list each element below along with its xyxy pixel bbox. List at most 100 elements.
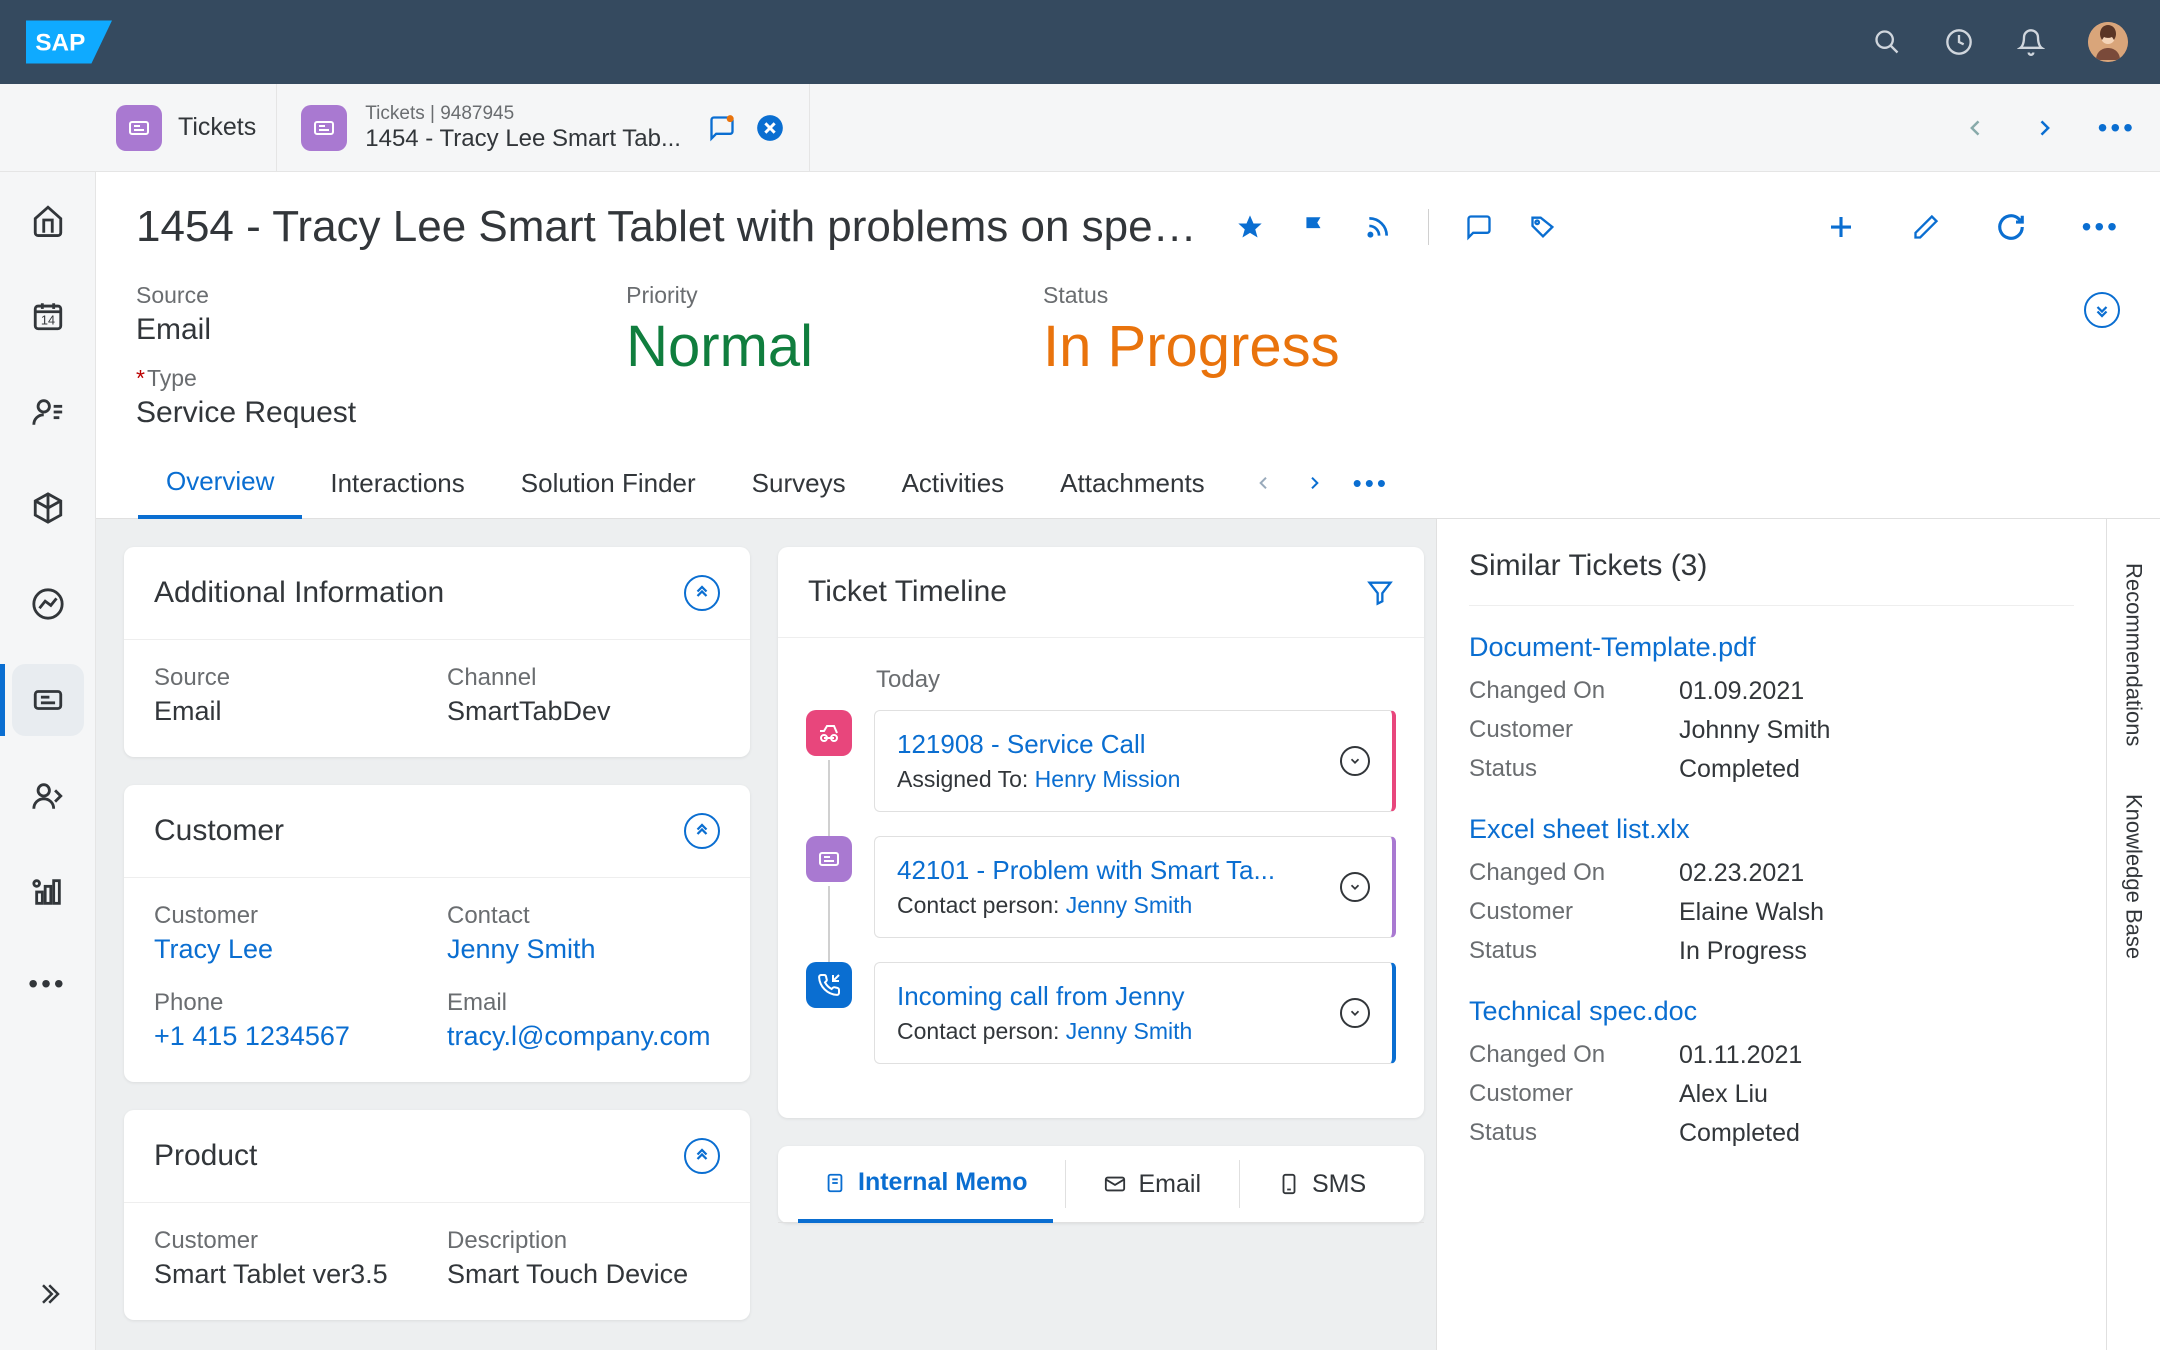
tab-nav: ••• — [1962, 112, 2136, 144]
timeline-assignee-link[interactable]: Henry Mission — [1035, 766, 1181, 792]
rail-knowledge-base[interactable]: Knowledge Base — [2111, 770, 2157, 983]
collapse-button[interactable] — [684, 813, 720, 849]
nav-analytics-icon[interactable] — [28, 584, 68, 624]
tag-icon[interactable] — [1529, 213, 1557, 241]
additional-info-title: Additional Information — [154, 576, 444, 610]
cust-contact-label: Contact — [447, 902, 720, 930]
search-icon[interactable] — [1872, 27, 1902, 57]
memo-tab-sms[interactable]: SMS — [1252, 1146, 1392, 1222]
filter-icon[interactable] — [1366, 578, 1394, 606]
tab-warning-icon[interactable] — [707, 113, 737, 143]
priority-value: Normal — [626, 313, 813, 380]
status-label: Status — [1043, 282, 1340, 309]
memo-tab-internal[interactable]: Internal Memo — [798, 1146, 1053, 1223]
add-button[interactable] — [1826, 212, 1856, 242]
timeline-contact-link[interactable]: Jenny Smith — [1066, 1018, 1193, 1044]
timeline-title: Ticket Timeline — [808, 575, 1007, 609]
expand-item-button[interactable] — [1340, 872, 1370, 902]
cust-email-label: Email — [447, 989, 720, 1017]
user-avatar[interactable] — [2088, 22, 2128, 62]
rss-icon[interactable] — [1364, 213, 1392, 241]
timeline-card: Ticket Timeline Today — [778, 547, 1424, 1118]
cust-phone-link[interactable]: +1 415 1234567 — [154, 1021, 427, 1052]
cust-customer-link[interactable]: Tracy Lee — [154, 934, 427, 965]
service-call-icon — [806, 710, 852, 756]
timeline-item[interactable]: 42101 - Problem with Smart Ta... Contact… — [874, 836, 1396, 938]
tab-activities[interactable]: Activities — [874, 450, 1033, 517]
tabs-prev-icon[interactable] — [1253, 472, 1275, 494]
tab-more-icon[interactable]: ••• — [2098, 112, 2136, 144]
incoming-call-icon — [806, 962, 852, 1008]
rail-recommendations[interactable]: Recommendations — [2111, 539, 2157, 770]
svg-text:14: 14 — [40, 313, 54, 328]
memo-card: Internal Memo Email SMS — [778, 1146, 1424, 1223]
tab-prev-icon[interactable] — [1962, 114, 1990, 142]
ai-source-label: Source — [154, 664, 427, 692]
tab-title: 1454 - Tracy Lee Smart Tab... — [365, 125, 681, 153]
collapse-button[interactable] — [684, 1138, 720, 1174]
memo-tab-email[interactable]: Email — [1078, 1146, 1227, 1222]
tab-interactions[interactable]: Interactions — [302, 450, 492, 517]
nav-expand-icon[interactable] — [28, 1274, 68, 1314]
tab-ticket-detail[interactable]: Tickets | 9487945 1454 - Tracy Lee Smart… — [277, 84, 810, 171]
prod-customer-value: Smart Tablet ver3.5 — [154, 1259, 427, 1290]
nav-contacts-icon[interactable] — [28, 392, 68, 432]
type-value: Service Request — [136, 396, 356, 430]
nav-tickets-icon[interactable] — [28, 680, 68, 720]
nav-calendar-icon[interactable]: 14 — [28, 296, 68, 336]
tab-solution-finder[interactable]: Solution Finder — [493, 450, 724, 517]
flag-icon[interactable] — [1300, 213, 1328, 241]
svg-text:SAP: SAP — [35, 29, 85, 56]
tab-breadcrumb: Tickets | 9487945 — [365, 103, 681, 125]
workspace-tab-bar: Tickets Tickets | 9487945 1454 - Tracy L… — [0, 84, 2160, 172]
nav-package-icon[interactable] — [28, 488, 68, 528]
more-actions-button[interactable]: ••• — [2082, 211, 2120, 243]
comment-icon[interactable] — [1465, 213, 1493, 241]
ai-channel-label: Channel — [447, 664, 720, 692]
nav-more-icon[interactable]: ••• — [28, 968, 66, 1000]
expand-header-button[interactable] — [2084, 292, 2120, 328]
tab-surveys[interactable]: Surveys — [724, 450, 874, 517]
collapse-button[interactable] — [684, 575, 720, 611]
timeline-item[interactable]: Incoming call from Jenny Contact person:… — [874, 962, 1396, 1064]
prod-desc-value: Smart Touch Device — [447, 1259, 720, 1290]
tab-close-icon[interactable] — [755, 113, 785, 143]
source-label: Source — [136, 282, 356, 309]
expand-item-button[interactable] — [1340, 746, 1370, 776]
similar-link[interactable]: Excel sheet list.xlx — [1469, 814, 2074, 845]
recent-icon[interactable] — [1944, 27, 1974, 57]
favorite-star-icon[interactable] — [1236, 213, 1264, 241]
tabs-next-icon[interactable] — [1303, 472, 1325, 494]
nav-chart-icon[interactable] — [28, 872, 68, 912]
timeline-item-title: 121908 - Service Call — [897, 729, 1328, 760]
tab-root-label: Tickets — [178, 113, 256, 142]
nav-home-icon[interactable] — [28, 200, 68, 240]
source-value: Email — [136, 313, 356, 347]
expand-item-button[interactable] — [1340, 998, 1370, 1028]
timeline-item-title: Incoming call from Jenny — [897, 981, 1328, 1012]
similar-link[interactable]: Document-Template.pdf — [1469, 632, 2074, 663]
refresh-button[interactable] — [1996, 212, 2026, 242]
similar-tickets-panel: Similar Tickets (3) Document-Template.pd… — [1436, 519, 2106, 1350]
tab-attachments[interactable]: Attachments — [1032, 450, 1233, 517]
nav-inbox-icon[interactable] — [28, 776, 68, 816]
app-header: SAP — [0, 0, 2160, 84]
similar-link[interactable]: Technical spec.doc — [1469, 996, 2074, 1027]
timeline-contact-link[interactable]: Jenny Smith — [1066, 892, 1193, 918]
sap-logo[interactable]: SAP — [26, 20, 112, 64]
product-title: Product — [154, 1139, 257, 1173]
timeline-item[interactable]: 121908 - Service Call Assigned To: Henry… — [874, 710, 1396, 812]
cust-email-link[interactable]: tracy.l@company.com — [447, 1021, 720, 1052]
notifications-icon[interactable] — [2016, 27, 2046, 57]
tab-tickets-root[interactable]: Tickets — [96, 84, 277, 171]
cust-contact-link[interactable]: Jenny Smith — [447, 934, 720, 965]
additional-info-card: Additional Information Source Email Chan… — [124, 547, 750, 757]
tabs-more-icon[interactable]: ••• — [1353, 468, 1389, 499]
tab-next-icon[interactable] — [2030, 114, 2058, 142]
tab-overview[interactable]: Overview — [138, 448, 302, 519]
detail-tabs: Overview Interactions Solution Finder Su… — [96, 448, 2160, 519]
ai-source-value: Email — [154, 696, 427, 727]
type-label: Type — [136, 365, 356, 392]
edit-button[interactable] — [1912, 213, 1940, 241]
header-actions — [1872, 22, 2128, 62]
